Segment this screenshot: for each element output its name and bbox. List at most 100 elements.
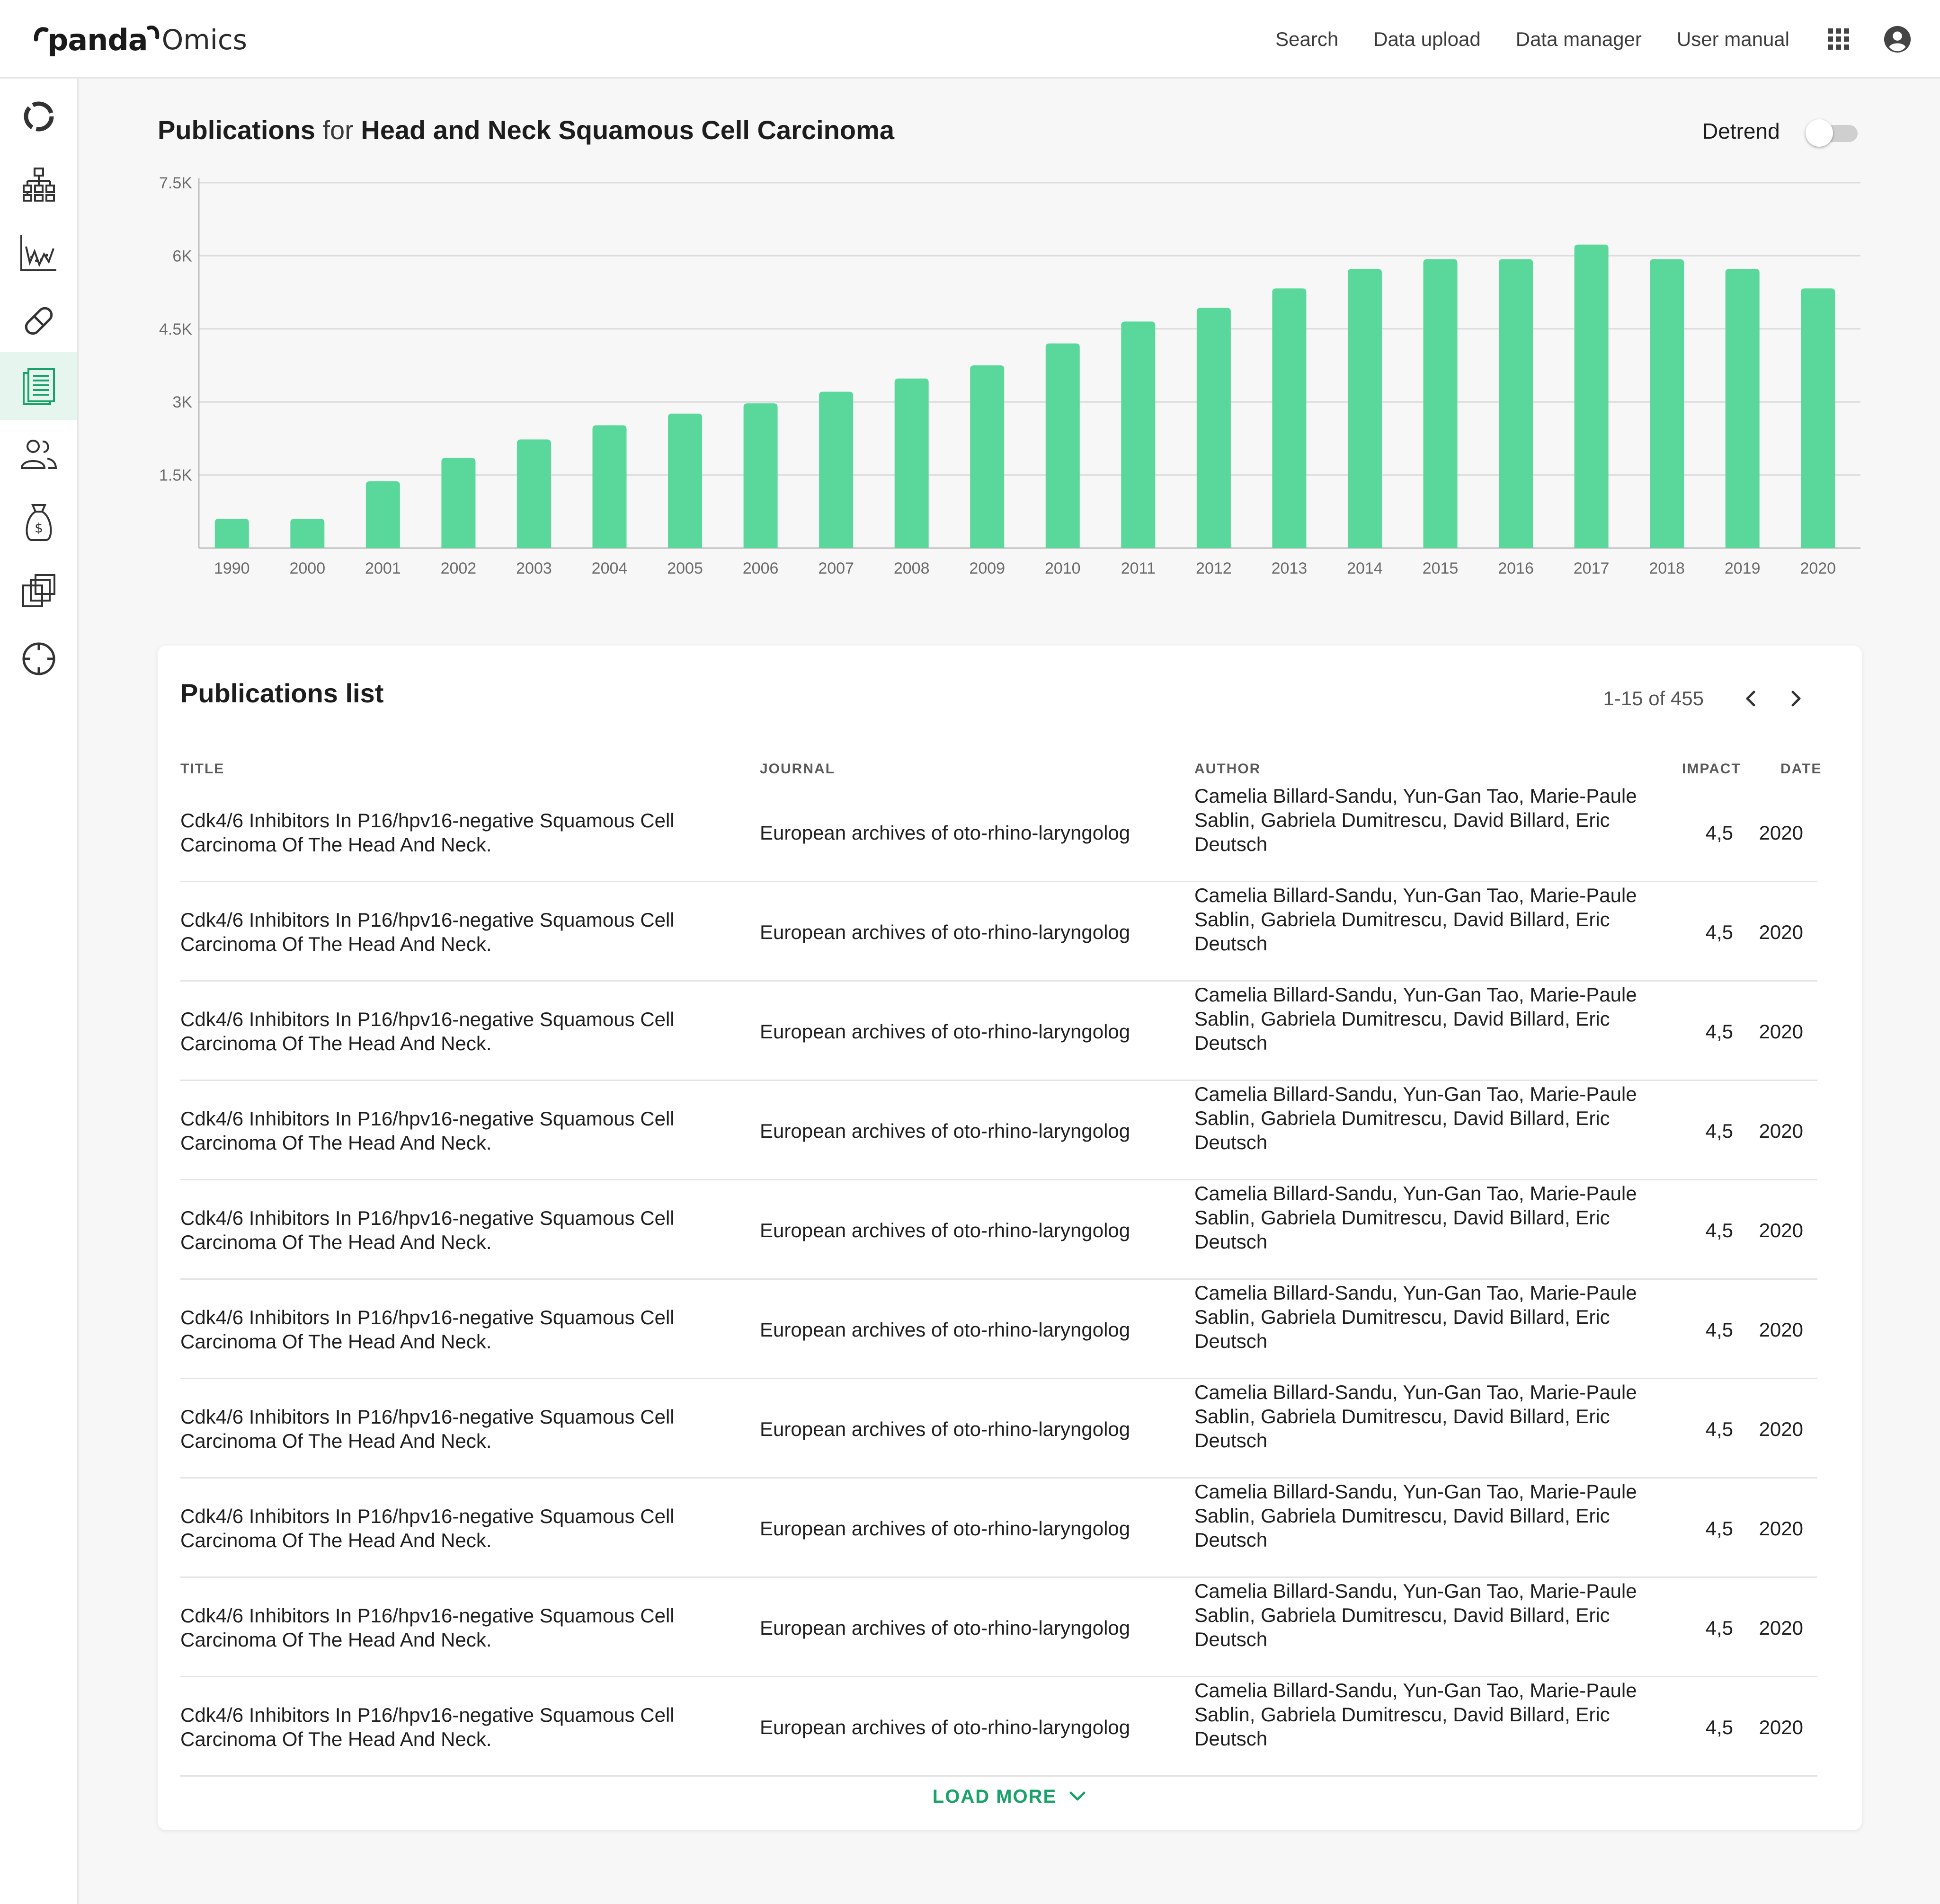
x-tick-label: 2018 [1649,559,1685,577]
x-tick-label: 2015 [1423,559,1459,577]
nav-data-upload[interactable]: Data upload [1373,28,1481,51]
table-row[interactable]: Cdk4/6 Inhibitors In P16/hpv16-negative … [180,982,1817,1081]
column-header-date[interactable]: DATE [1780,761,1822,777]
chevron-down-icon [1069,1791,1086,1800]
hierarchy-icon [22,168,55,202]
bar-2001 [365,481,400,548]
detrend-toggle[interactable] [1806,119,1858,147]
bar-2019 [1725,269,1760,548]
bar-2010 [1045,343,1080,548]
sidebar-item-publications[interactable] [0,352,77,420]
publication-authors: Camelia Billard-Sandu, Yun-Gan Tao, Mari… [1194,1083,1637,1153]
publication-title[interactable]: Cdk4/6 Inhibitors In P16/hpv16-negative … [180,808,725,857]
table-row[interactable]: Cdk4/6 Inhibitors In P16/hpv16-negative … [180,1379,1817,1479]
table-row[interactable]: Cdk4/6 Inhibitors In P16/hpv16-negative … [180,1180,1817,1280]
bar-2020 [1801,288,1835,548]
prev-page-button[interactable] [1737,684,1765,713]
publication-date: 2020 [1759,1219,1803,1241]
bar-2018 [1650,259,1684,548]
x-tick-label: 2012 [1196,559,1232,577]
x-tick-label: 2004 [592,559,628,577]
publication-authors: Camelia Billard-Sandu, Yun-Gan Tao, Mari… [1194,1282,1637,1352]
publication-journal: European archives of oto-rhino-laryngolo… [760,1319,1130,1341]
sidebar-item-funding[interactable]: $ [0,488,77,557]
publication-date: 2020 [1759,1020,1803,1043]
bar-2014 [1347,269,1382,548]
bar-1990 [214,519,249,548]
publications-card: Publications list 1-15 of 455 TITLE JOUR… [158,646,1862,1830]
table-row[interactable]: Cdk4/6 Inhibitors In P16/hpv16-negative … [180,1479,1817,1578]
load-more-button[interactable]: LOAD MORE [158,1786,1862,1807]
publication-journal: European archives of oto-rhino-laryngolo… [760,1716,1130,1738]
column-header-journal[interactable]: JOURNAL [760,761,835,777]
sidebar-item-people[interactable] [0,420,77,488]
publication-journal: European archives of oto-rhino-laryngolo… [760,1219,1130,1241]
publication-title[interactable]: Cdk4/6 Inhibitors In P16/hpv16-negative … [180,1703,725,1751]
panda-ear-icon-right [146,26,159,39]
apps-grid-icon[interactable] [1824,25,1853,53]
table-row[interactable]: Cdk4/6 Inhibitors In P16/hpv16-negative … [180,783,1817,882]
y-tick-label: 3K [172,393,192,411]
sidebar-item-targets[interactable] [0,625,77,693]
pagination: 1-15 of 455 [1603,684,1810,713]
nav-user-manual[interactable]: User manual [1677,28,1789,51]
app-logo[interactable]: panda Omics [34,21,247,59]
detrend-label: Detrend [1702,119,1780,143]
sidebar-item-overview[interactable] [0,82,77,151]
y-tick-label: 4.5K [159,320,192,338]
y-tick-label: 6K [172,247,192,265]
x-tick-label: 2020 [1800,559,1836,577]
publication-impact: 4,5 [1705,1120,1733,1142]
pill-icon [25,307,53,335]
publication-impact: 4,5 [1705,1617,1733,1639]
publication-impact: 4,5 [1705,1219,1733,1241]
publication-title[interactable]: Cdk4/6 Inhibitors In P16/hpv16-negative … [180,908,725,956]
column-header-impact[interactable]: IMPACT [1682,761,1741,777]
table-row[interactable]: Cdk4/6 Inhibitors In P16/hpv16-negative … [180,1578,1817,1677]
next-page-button[interactable] [1781,684,1810,713]
publication-title[interactable]: Cdk4/6 Inhibitors In P16/hpv16-negative … [180,1603,725,1652]
x-tick-label: 2001 [365,559,401,577]
x-tick-label: 2013 [1272,559,1308,577]
ring-chart-icon [24,101,53,132]
nav-data-manager[interactable]: Data manager [1516,28,1642,51]
publication-date: 2020 [1759,1120,1803,1142]
people-icon [20,440,57,469]
publication-authors: Camelia Billard-Sandu, Yun-Gan Tao, Mari… [1194,884,1637,955]
sidebar-item-drugs[interactable] [0,287,77,355]
column-header-title[interactable]: TITLE [180,761,224,777]
table-row[interactable]: Cdk4/6 Inhibitors In P16/hpv16-negative … [180,1280,1817,1379]
table-row[interactable]: Cdk4/6 Inhibitors In P16/hpv16-negative … [180,1677,1817,1777]
bar-2005 [668,413,703,548]
chevron-right-icon [1791,691,1801,707]
x-tick-label: 2011 [1121,559,1156,577]
account-circle-icon[interactable] [1883,25,1912,53]
publication-impact: 4,5 [1705,1517,1733,1540]
publication-authors: Camelia Billard-Sandu, Yun-Gan Tao, Mari… [1194,1381,1637,1452]
table-row[interactable]: Cdk4/6 Inhibitors In P16/hpv16-negative … [180,882,1817,982]
publication-title[interactable]: Cdk4/6 Inhibitors In P16/hpv16-negative … [180,1206,725,1254]
publication-title[interactable]: Cdk4/6 Inhibitors In P16/hpv16-negative … [180,1305,725,1354]
y-tick-label: 1.5K [159,467,192,485]
bar-2007 [819,391,854,548]
column-header-author[interactable]: AUTHOR [1194,761,1261,777]
nav-search[interactable]: Search [1275,28,1338,51]
sidebar-item-hierarchy[interactable] [0,151,77,219]
publication-authors: Camelia Billard-Sandu, Yun-Gan Tao, Mari… [1194,1480,1637,1551]
x-tick-label: 2016 [1498,559,1534,577]
sidebar-item-analysis[interactable] [0,219,77,287]
load-more-label: LOAD MORE [932,1786,1057,1807]
sidebar-item-compare[interactable] [0,557,77,625]
publication-title[interactable]: Cdk4/6 Inhibitors In P16/hpv16-negative … [180,1405,725,1453]
x-tick-label: 2009 [969,559,1005,577]
table-row[interactable]: Cdk4/6 Inhibitors In P16/hpv16-negative … [180,1081,1817,1180]
publication-authors: Camelia Billard-Sandu, Yun-Gan Tao, Mari… [1194,785,1637,855]
publication-impact: 4,5 [1705,1418,1733,1440]
top-nav: Search Data upload Data manager User man… [1275,0,1940,79]
bar-2012 [1196,308,1231,548]
publication-authors: Camelia Billard-Sandu, Yun-Gan Tao, Mari… [1194,1679,1637,1750]
publication-title[interactable]: Cdk4/6 Inhibitors In P16/hpv16-negative … [180,1504,725,1552]
bar-2003 [516,439,551,548]
publication-title[interactable]: Cdk4/6 Inhibitors In P16/hpv16-negative … [180,1007,725,1055]
publication-title[interactable]: Cdk4/6 Inhibitors In P16/hpv16-negative … [180,1107,725,1155]
